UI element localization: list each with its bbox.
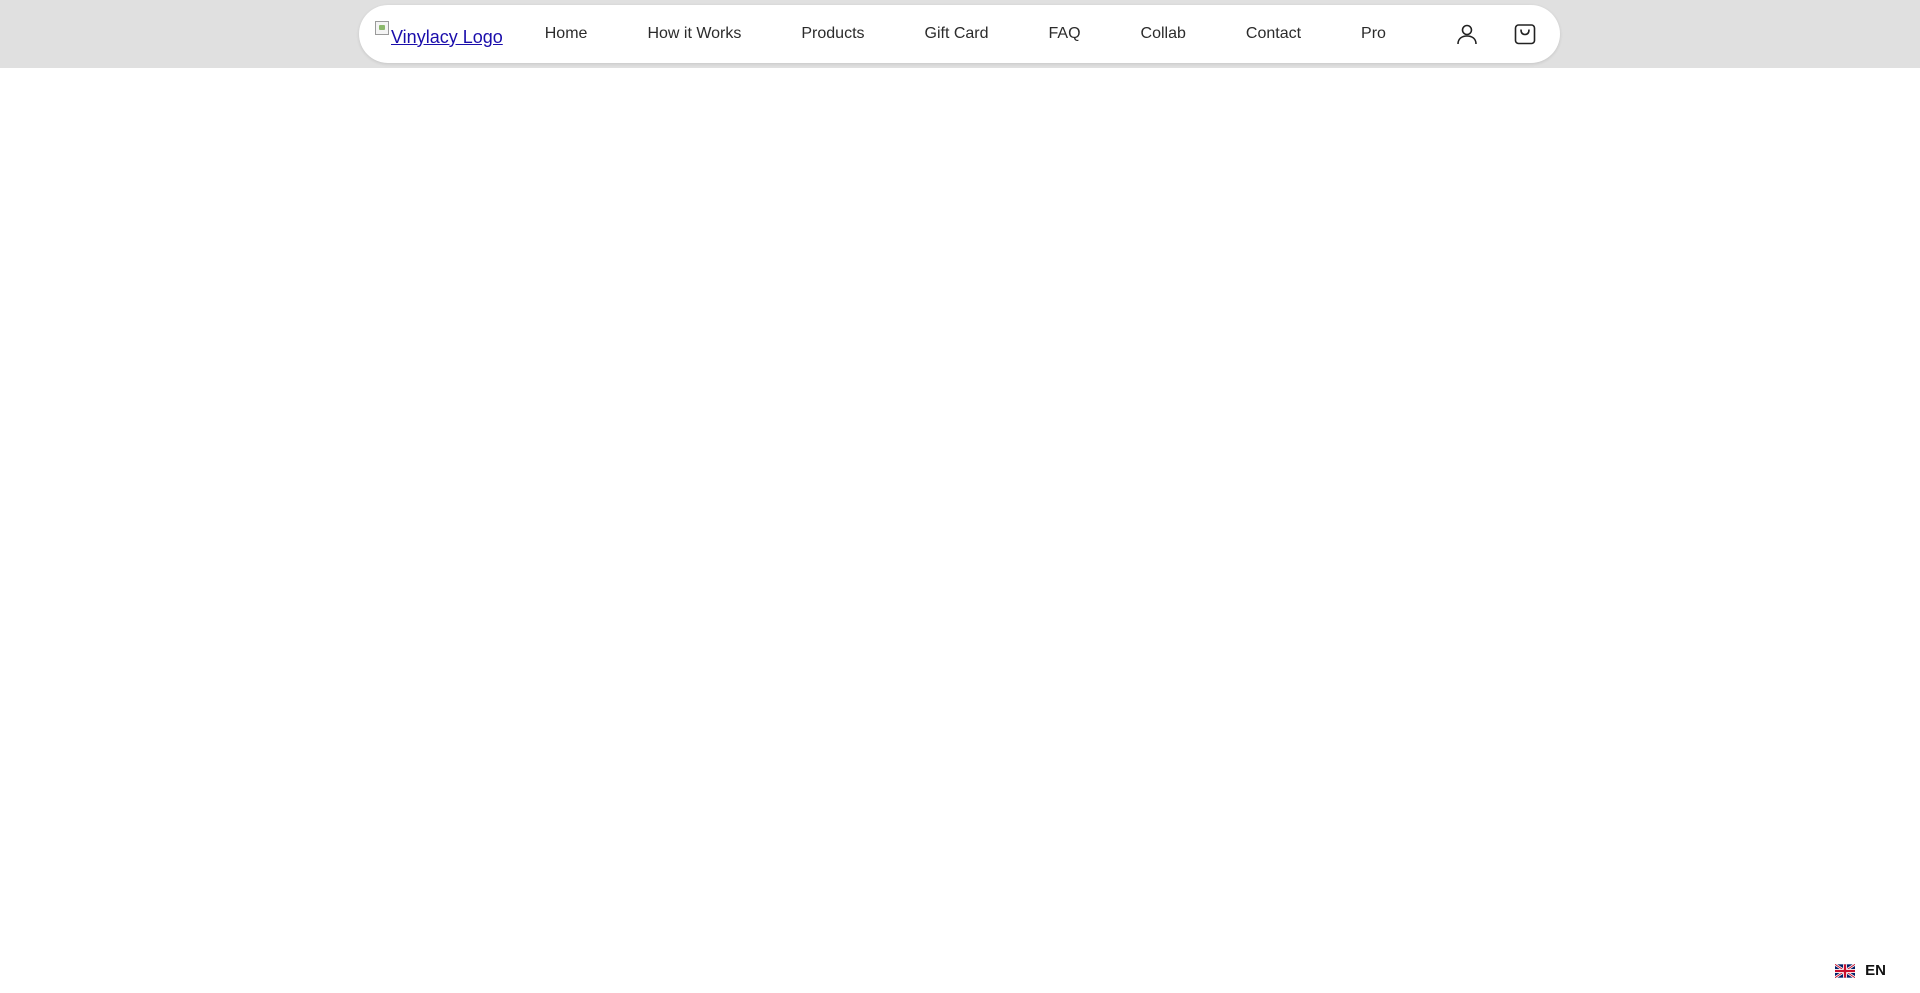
language-code: EN xyxy=(1865,962,1886,979)
logo-alt-text: Vinylacy Logo xyxy=(391,26,503,47)
account-button[interactable] xyxy=(1452,19,1482,49)
nav-how-it-works[interactable]: How it Works xyxy=(647,25,741,43)
language-switcher[interactable]: EN xyxy=(1835,962,1886,979)
cart-button[interactable] xyxy=(1510,19,1540,49)
nav-collab[interactable]: Collab xyxy=(1141,25,1186,43)
nav-contact[interactable]: Contact xyxy=(1246,25,1301,43)
nav-gift-card[interactable]: Gift Card xyxy=(925,25,989,43)
shopping-bag-icon xyxy=(1514,24,1536,45)
nav-products[interactable]: Products xyxy=(801,25,864,43)
user-icon xyxy=(1457,24,1477,45)
nav-home[interactable]: Home xyxy=(545,25,588,43)
nav-icons xyxy=(1424,19,1540,49)
nav-pro[interactable]: Pro xyxy=(1361,25,1386,43)
nav-faq[interactable]: FAQ xyxy=(1049,25,1081,43)
broken-image-icon xyxy=(375,20,389,35)
uk-flag-icon xyxy=(1835,963,1856,978)
logo-link[interactable]: Vinylacy Logo xyxy=(375,20,503,48)
nav-links: Home How it Works Products Gift Card FAQ… xyxy=(545,25,1386,43)
header-band: Vinylacy Logo Home How it Works Products… xyxy=(0,0,1920,68)
main-navigation: Vinylacy Logo Home How it Works Products… xyxy=(359,5,1560,63)
